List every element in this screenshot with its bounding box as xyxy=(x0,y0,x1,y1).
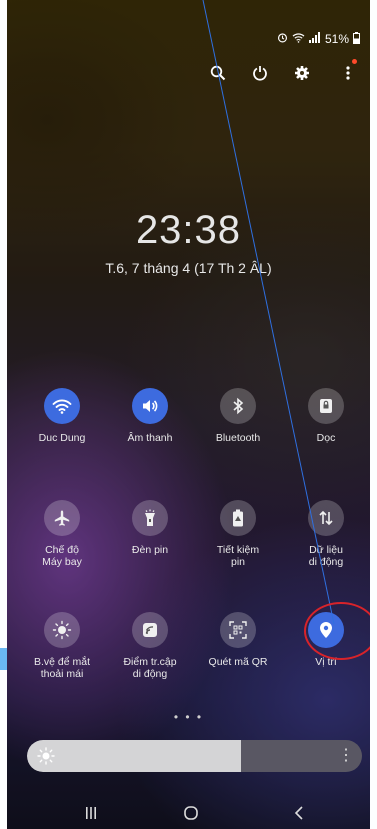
tile-bluetooth[interactable]: Bluetooth xyxy=(195,388,281,444)
sound-icon[interactable] xyxy=(132,388,168,424)
home-icon[interactable] xyxy=(179,801,203,825)
tile-label: Quét mã QR xyxy=(208,656,268,668)
hotspot-icon[interactable] xyxy=(132,612,168,648)
battery-saver-icon[interactable] xyxy=(220,500,256,536)
recents-icon[interactable] xyxy=(79,801,103,825)
rotation-lock-icon[interactable] xyxy=(308,388,344,424)
mobile-data-icon[interactable] xyxy=(308,500,344,536)
tile-wifi[interactable]: Duc Dung xyxy=(19,388,105,444)
phone-screen: 51% 23:38 T.6, 7 tháng 4 (17 Th 2 ÂL) Du… xyxy=(7,0,370,829)
brightness-more-icon[interactable]: ⋮ xyxy=(338,747,354,765)
location-icon[interactable] xyxy=(308,612,344,648)
tile-mobile-data[interactable]: Dữ liệu di động xyxy=(283,500,369,568)
tile-label: Chế độ Máy bay xyxy=(42,544,82,568)
brightness-icon xyxy=(37,747,55,770)
navigation-bar xyxy=(7,797,370,829)
tile-label: B.vệ để mắt thoải mái xyxy=(33,656,91,680)
battery-text: 51% xyxy=(324,32,349,46)
tile-hotspot[interactable]: Điểm tr.cập di động xyxy=(107,612,193,680)
battery-icon xyxy=(353,31,360,47)
flashlight-icon[interactable] xyxy=(132,500,168,536)
tile-battery-saver[interactable]: Tiết kiệm pin xyxy=(195,500,281,568)
quick-panel-actions xyxy=(7,59,370,86)
tile-location[interactable]: Vị trí xyxy=(283,612,369,668)
brightness-fill xyxy=(27,740,242,772)
wifi-icon xyxy=(292,32,305,46)
tile-label: Duc Dung xyxy=(38,432,86,444)
tile-sound[interactable]: Âm thanh xyxy=(107,388,193,444)
eye-comfort-icon[interactable] xyxy=(44,612,80,648)
right-margin xyxy=(370,0,377,829)
tile-label: Bluetooth xyxy=(215,432,261,444)
tile-label: Điểm tr.cập di động xyxy=(123,656,177,680)
alarm-icon xyxy=(277,32,288,46)
tile-airplane[interactable]: Chế độ Máy bay xyxy=(19,500,105,568)
tile-eye-comfort[interactable]: B.vệ để mắt thoải mái xyxy=(19,612,105,680)
status-bar: 51% xyxy=(277,30,360,48)
tile-label: Dọc xyxy=(316,432,336,444)
tile-label: Âm thanh xyxy=(127,432,173,444)
more-icon[interactable] xyxy=(335,59,361,86)
settings-icon[interactable] xyxy=(289,60,315,86)
page-indicator: • • • xyxy=(173,710,204,724)
brightness-slider[interactable]: ⋮ xyxy=(27,740,362,772)
tile-rotation[interactable]: Dọc xyxy=(283,388,369,444)
tile-qr-scan[interactable]: Quét mã QR xyxy=(195,612,281,668)
tile-label: Vị trí xyxy=(315,656,337,668)
tile-label: Đèn pin xyxy=(131,544,169,556)
tile-label: Tiết kiệm pin xyxy=(216,544,260,568)
tile-flashlight[interactable]: Đèn pin xyxy=(107,500,193,556)
back-icon[interactable] xyxy=(287,801,311,825)
notification-dot xyxy=(352,59,357,64)
clock-time: 23:38 xyxy=(135,208,242,252)
left-margin xyxy=(0,0,7,829)
power-icon[interactable] xyxy=(247,60,273,86)
clock-date: T.6, 7 tháng 4 (17 Th 2 ÂL) xyxy=(105,260,272,276)
airplane-icon[interactable] xyxy=(44,500,80,536)
highlight-strip xyxy=(0,648,7,670)
signal-icon xyxy=(308,32,321,46)
tile-label: Dữ liệu di động xyxy=(308,544,344,568)
wifi-icon[interactable] xyxy=(44,388,80,424)
search-icon[interactable] xyxy=(205,60,231,86)
bluetooth-icon[interactable] xyxy=(220,388,256,424)
qr-scan-icon[interactable] xyxy=(220,612,256,648)
